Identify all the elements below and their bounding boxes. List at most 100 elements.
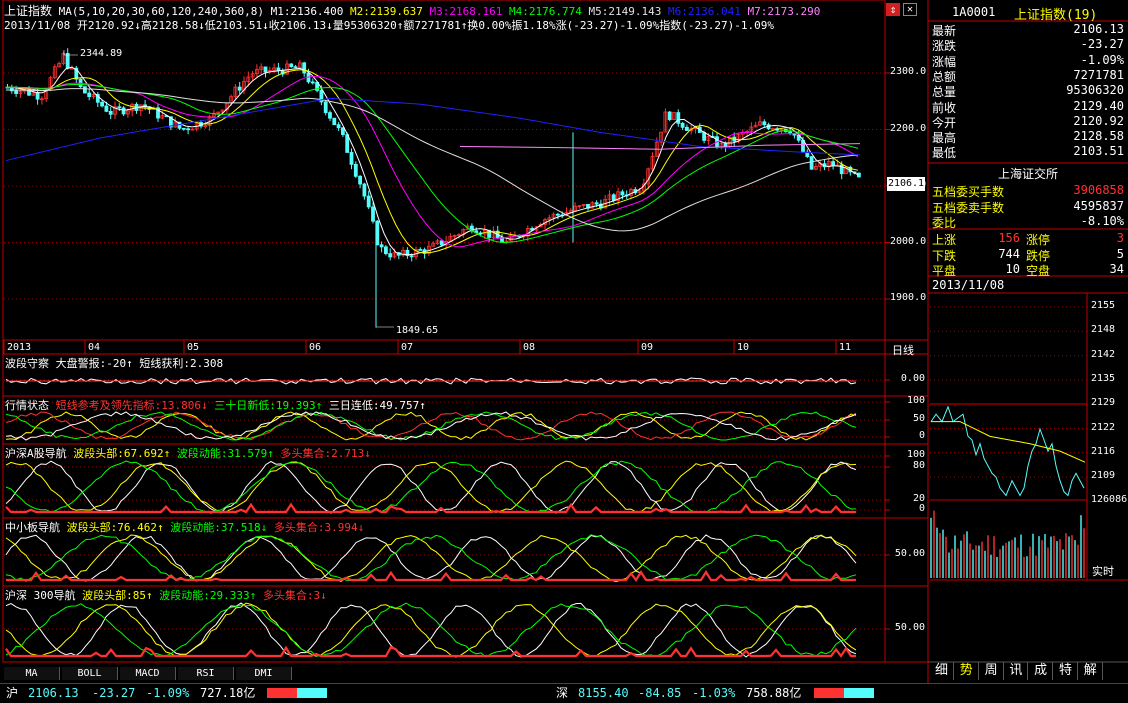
sh-amount: 727.18亿 (200, 686, 256, 700)
breadth-value: 744 (998, 246, 1020, 261)
candle-body (83, 86, 87, 94)
date-tick-label: 11 (839, 342, 852, 353)
sz-change: -84.85 (638, 686, 682, 700)
date-tick-label: 07 (401, 342, 414, 353)
breadth-value: 34 (1109, 262, 1124, 276)
candle-body (371, 206, 375, 222)
pin-icon[interactable]: ⇕ (886, 3, 900, 16)
candle-body (104, 105, 109, 112)
indicator-name: 中小板导航 (5, 521, 67, 534)
price-header: 上证指数 MA(5,10,20,30,60,120,240,360,8) M1:… (4, 2, 820, 18)
indicator-value: 三日连低:49.757↑ (328, 399, 426, 412)
date-tick-label: 06 (309, 342, 322, 353)
indicator-line (5, 502, 856, 514)
intraday-tick-label: 2122 (1091, 421, 1116, 433)
intraday-tick-label: 2148 (1091, 324, 1116, 336)
candle-body (293, 66, 298, 69)
candle-body (263, 66, 268, 73)
candle-body (556, 213, 560, 216)
candle-body (762, 121, 767, 126)
tab-ma[interactable]: MA (4, 667, 60, 680)
right-tab-6[interactable]: 特 (1054, 662, 1078, 680)
candle-body (831, 161, 835, 166)
period-label[interactable]: 日线 (892, 342, 914, 358)
indicator-header-4[interactable]: 中小板导航 波段头部:76.462↑ 波段动能:37.518↓ 多头集合:3.9… (5, 519, 364, 535)
right-tab-7[interactable]: 解 (1079, 662, 1103, 680)
indicator-line (5, 534, 857, 582)
candle-body (379, 244, 384, 248)
quote-row: 涨幅 -1.09% (930, 53, 1126, 69)
quote-row: 总量 95306320 (930, 83, 1126, 99)
quote-row: 前收 2129.40 (930, 99, 1126, 115)
depth-value: -8.10% (1080, 214, 1124, 228)
tab-rsi[interactable]: RSI (178, 667, 234, 680)
tab-boll[interactable]: BOLL (62, 667, 118, 680)
indicator-value: 多头集合:3↓ (262, 589, 327, 602)
tab-macd[interactable]: MACD (120, 667, 176, 680)
sz-price: 8155.40 (578, 686, 629, 700)
indicator-line (5, 411, 857, 441)
indicator-value: 三十日新低:19.393↑ (214, 399, 329, 412)
right-tab-1[interactable]: 细 (930, 662, 954, 680)
indicator-value: 多头集合:2.713↓ (280, 447, 371, 460)
date-tick-label: 08 (523, 342, 536, 353)
breadth-label: 涨停 (1026, 233, 1051, 247)
tab-dmi[interactable]: DMI (236, 667, 292, 680)
candle-body (418, 249, 423, 251)
right-tab-4[interactable]: 讯 (1004, 662, 1029, 680)
indicator-value: 短线参考及领先指标:13.806↓ (55, 399, 215, 412)
right-tab-5[interactable]: 成 (1029, 662, 1054, 680)
breadth-label: 跌停 (1026, 248, 1051, 263)
indicator-tick-label: 0 (918, 430, 925, 441)
right-tab-2[interactable]: 势 (955, 662, 979, 680)
depth-label: 五档委卖手数 (932, 200, 1005, 215)
close-icon[interactable]: ✕ (903, 3, 917, 16)
sh-pct: -1.09% (146, 686, 190, 700)
candle-body (340, 127, 345, 136)
breadth-value: 5 (1116, 246, 1124, 261)
breadth-row: 平盘 10 空盘 34 (930, 262, 1126, 278)
indicator-line (5, 534, 857, 582)
quote-row: 今开 2120.92 (930, 114, 1126, 130)
intraday-tick-label: 2142 (1091, 348, 1116, 360)
intraday-tick-label: 2109 (1091, 470, 1116, 482)
candle-body (323, 101, 328, 113)
sh-up-bar (267, 688, 297, 698)
candle-body (310, 81, 315, 84)
indicator-header-5[interactable]: 沪深 300导航 波段头部:85↑ 波段动能:29.333↑ 多头集合:3↓ (5, 587, 327, 603)
intraday-tick-label: 2135 (1091, 372, 1116, 384)
candle-body (809, 156, 814, 170)
quote-value: -23.27 (1080, 37, 1124, 52)
depth-value: 3906858 (1073, 183, 1124, 197)
indicator-header-2[interactable]: 行情状态 短线参考及领先指标:13.806↓ 三十日新低:19.393↑ 三日连… (5, 397, 426, 413)
indicator-tick-label: 50.00 (894, 548, 925, 559)
quote-value: 95306320 (1066, 83, 1124, 98)
realtime-label[interactable]: 实时 (1092, 563, 1114, 579)
high-label: 2344.89 (80, 48, 123, 59)
indicator-value: 波段头部:85↑ (82, 589, 160, 602)
date-tick-label: 2013 (7, 342, 32, 353)
depth-label: 五档委买手数 (932, 185, 1005, 199)
indicator-value: 波段动能:29.333↑ (159, 589, 263, 602)
candle-body (276, 67, 281, 71)
candle-body (362, 183, 367, 197)
candle-body (594, 202, 599, 205)
right-tab-3[interactable]: 周 (980, 662, 1004, 680)
ma20-line (5, 75, 859, 248)
candle-body (117, 106, 122, 109)
indicator-tick-label: 100 (906, 449, 925, 460)
sh-price: 2106.13 (28, 686, 79, 700)
stock-name: 上证指数(19) (1014, 8, 1098, 23)
low-label: 1849.65 (396, 325, 439, 336)
indicator-header-3[interactable]: 沪深A股导航 波段头部:67.692↑ 波段动能:31.579↑ 多头集合:2.… (5, 445, 371, 461)
price-tick-label: 1900.0 (890, 292, 927, 303)
quote-value: 7271781 (1073, 67, 1124, 82)
indicator-header-1[interactable]: 波段守察 大盘警报:-20↑ 短线获利:2.308 (5, 355, 223, 371)
candle-body (409, 255, 414, 258)
candle-body (336, 124, 341, 129)
candle-body (14, 90, 19, 94)
candle-body (611, 194, 616, 201)
indicator-value: 波段头部:76.462↑ (66, 521, 171, 534)
candle-body (620, 191, 625, 196)
candle-body (181, 127, 186, 130)
